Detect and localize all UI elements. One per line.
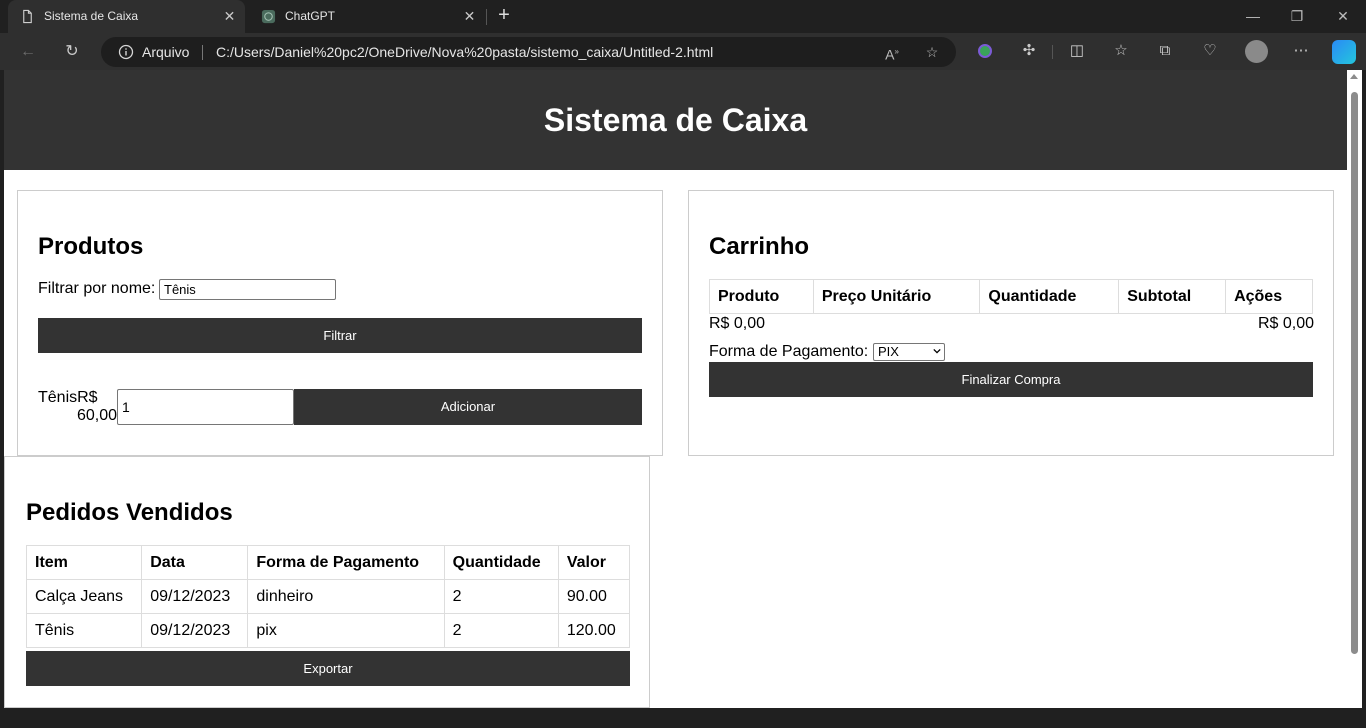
column-header: Data bbox=[141, 545, 249, 580]
tab-strip: Sistema de Caixa ✕ ChatGPT ✕ + — ❐ ✕ bbox=[0, 0, 1366, 33]
collections-icon[interactable]: ⧉ bbox=[1154, 40, 1176, 62]
minimize-icon[interactable]: — bbox=[1230, 4, 1276, 28]
table-cell: 120.00 bbox=[557, 613, 631, 648]
more-icon[interactable]: ⋯ bbox=[1290, 40, 1312, 62]
product-price-currency: R$ bbox=[77, 389, 98, 406]
product-item: TênisR$ 60,00 bbox=[38, 389, 117, 425]
page-viewport: Sistema de Caixa Produtos Filtrar por no… bbox=[4, 70, 1347, 708]
copilot-icon[interactable] bbox=[1332, 40, 1356, 64]
address-divider bbox=[202, 45, 203, 60]
finish-purchase-button[interactable]: Finalizar Compra bbox=[709, 362, 1313, 397]
cart-header-row: Produto Preço Unitário Quantidade Subtot… bbox=[709, 279, 1313, 314]
payment-selected-value: PIX bbox=[878, 344, 899, 359]
table-cell: 90.00 bbox=[557, 579, 631, 614]
tab-title: Sistema de Caixa bbox=[44, 9, 139, 23]
avatar[interactable] bbox=[1245, 40, 1268, 63]
close-tab-icon[interactable]: ✕ bbox=[222, 9, 237, 24]
orders-table: Item Data Forma de Pagamento Quantidade … bbox=[25, 545, 631, 648]
browser-essentials-icon[interactable]: ♡ bbox=[1199, 40, 1221, 62]
payment-select[interactable]: PIX bbox=[873, 343, 945, 361]
pedidos-panel: Pedidos Vendidos Item Data Forma de Paga… bbox=[4, 456, 650, 708]
column-header: Ações bbox=[1225, 279, 1313, 314]
tab-title: ChatGPT bbox=[285, 9, 336, 23]
table-cell: Tênis bbox=[25, 613, 143, 648]
table-cell: 2 bbox=[443, 579, 559, 614]
table-row: Calça Jeans 09/12/2023 dinheiro 2 90.00 bbox=[25, 579, 631, 614]
produtos-panel: Produtos Filtrar por nome: Filtrar Tênis… bbox=[17, 190, 663, 456]
browser-toolbar: ← ↻ Arquivo C:/Users/Daniel%20pc2/OneDri… bbox=[0, 33, 1366, 70]
table-cell: 2 bbox=[443, 613, 559, 648]
table-cell: Calça Jeans bbox=[25, 579, 143, 614]
carrinho-heading: Carrinho bbox=[709, 233, 810, 260]
page-scrollbar[interactable] bbox=[1347, 70, 1362, 708]
favorites-icon[interactable]: ☆ bbox=[1110, 40, 1132, 62]
chevron-down-icon bbox=[933, 348, 941, 354]
orders-header-row: Item Data Forma de Pagamento Quantidade … bbox=[25, 545, 631, 580]
column-header: Produto bbox=[709, 279, 814, 314]
address-bar[interactable]: Arquivo C:/Users/Daniel%20pc2/OneDrive/N… bbox=[101, 37, 956, 67]
close-window-icon[interactable]: ✕ bbox=[1320, 4, 1366, 28]
star-icon[interactable]: ☆ bbox=[922, 42, 942, 62]
table-row: Tênis 09/12/2023 pix 2 120.00 bbox=[25, 613, 631, 648]
chatgpt-icon bbox=[261, 9, 276, 24]
address-url[interactable]: C:/Users/Daniel%20pc2/OneDrive/Nova%20pa… bbox=[216, 44, 713, 60]
column-header: Forma de Pagamento bbox=[247, 545, 445, 580]
page-title: Sistema de Caixa bbox=[543, 102, 808, 138]
column-header: Subtotal bbox=[1118, 279, 1227, 314]
filter-label: Filtrar por nome: bbox=[38, 280, 156, 297]
quantity-input[interactable] bbox=[117, 389, 294, 425]
restore-icon[interactable]: ❐ bbox=[1274, 4, 1320, 28]
filter-button[interactable]: Filtrar bbox=[38, 318, 642, 353]
scrollbar-thumb[interactable] bbox=[1351, 92, 1358, 654]
product-name: Tênis bbox=[38, 389, 78, 406]
read-aloud-icon[interactable]: A» bbox=[882, 42, 902, 63]
new-tab-icon[interactable]: + bbox=[493, 5, 515, 27]
cart-total-left: R$ 0,00 bbox=[709, 315, 766, 332]
payment-label: Forma de Pagamento: bbox=[709, 343, 869, 360]
column-header: Quantidade bbox=[979, 279, 1120, 314]
extension-green-icon[interactable] bbox=[974, 40, 996, 62]
back-arrow-icon[interactable]: ← bbox=[16, 40, 40, 64]
info-icon bbox=[118, 44, 134, 60]
cart-total-right: R$ 0,00 bbox=[1258, 315, 1315, 332]
cart-table: Produto Preço Unitário Quantidade Subtot… bbox=[709, 279, 1313, 314]
close-tab-icon[interactable]: ✕ bbox=[462, 9, 477, 24]
tab-chatgpt[interactable]: ChatGPT ✕ bbox=[249, 0, 485, 33]
page-header: Sistema de Caixa bbox=[4, 70, 1347, 170]
address-scheme-label: Arquivo bbox=[142, 44, 190, 60]
page-icon bbox=[23, 9, 32, 24]
tab-sistema-de-caixa[interactable]: Sistema de Caixa ✕ bbox=[8, 0, 245, 33]
export-button[interactable]: Exportar bbox=[26, 651, 630, 686]
puzzle-icon[interactable]: ✣ bbox=[1018, 40, 1040, 62]
toolbar-divider bbox=[1052, 45, 1053, 59]
table-cell: 09/12/2023 bbox=[141, 613, 249, 648]
column-header: Preço Unitário bbox=[812, 279, 981, 314]
pedidos-heading: Pedidos Vendidos bbox=[26, 499, 233, 526]
column-header: Quantidade bbox=[443, 545, 559, 580]
produtos-heading: Produtos bbox=[38, 233, 144, 260]
filter-input[interactable] bbox=[159, 279, 336, 300]
column-header: Item bbox=[25, 545, 143, 580]
add-button[interactable]: Adicionar bbox=[294, 389, 642, 425]
carrinho-panel: Carrinho Produto Preço Unitário Quantida… bbox=[688, 190, 1334, 456]
product-price-value: 60,00 bbox=[76, 407, 117, 424]
table-cell: dinheiro bbox=[247, 579, 445, 614]
column-header: Valor bbox=[557, 545, 631, 580]
table-cell: 09/12/2023 bbox=[141, 579, 249, 614]
scroll-up-icon[interactable] bbox=[1350, 74, 1358, 79]
reload-icon[interactable]: ↻ bbox=[60, 40, 84, 64]
tab-separator bbox=[486, 9, 487, 25]
table-cell: pix bbox=[247, 613, 445, 648]
split-screen-icon[interactable]: ◫ bbox=[1066, 40, 1088, 62]
